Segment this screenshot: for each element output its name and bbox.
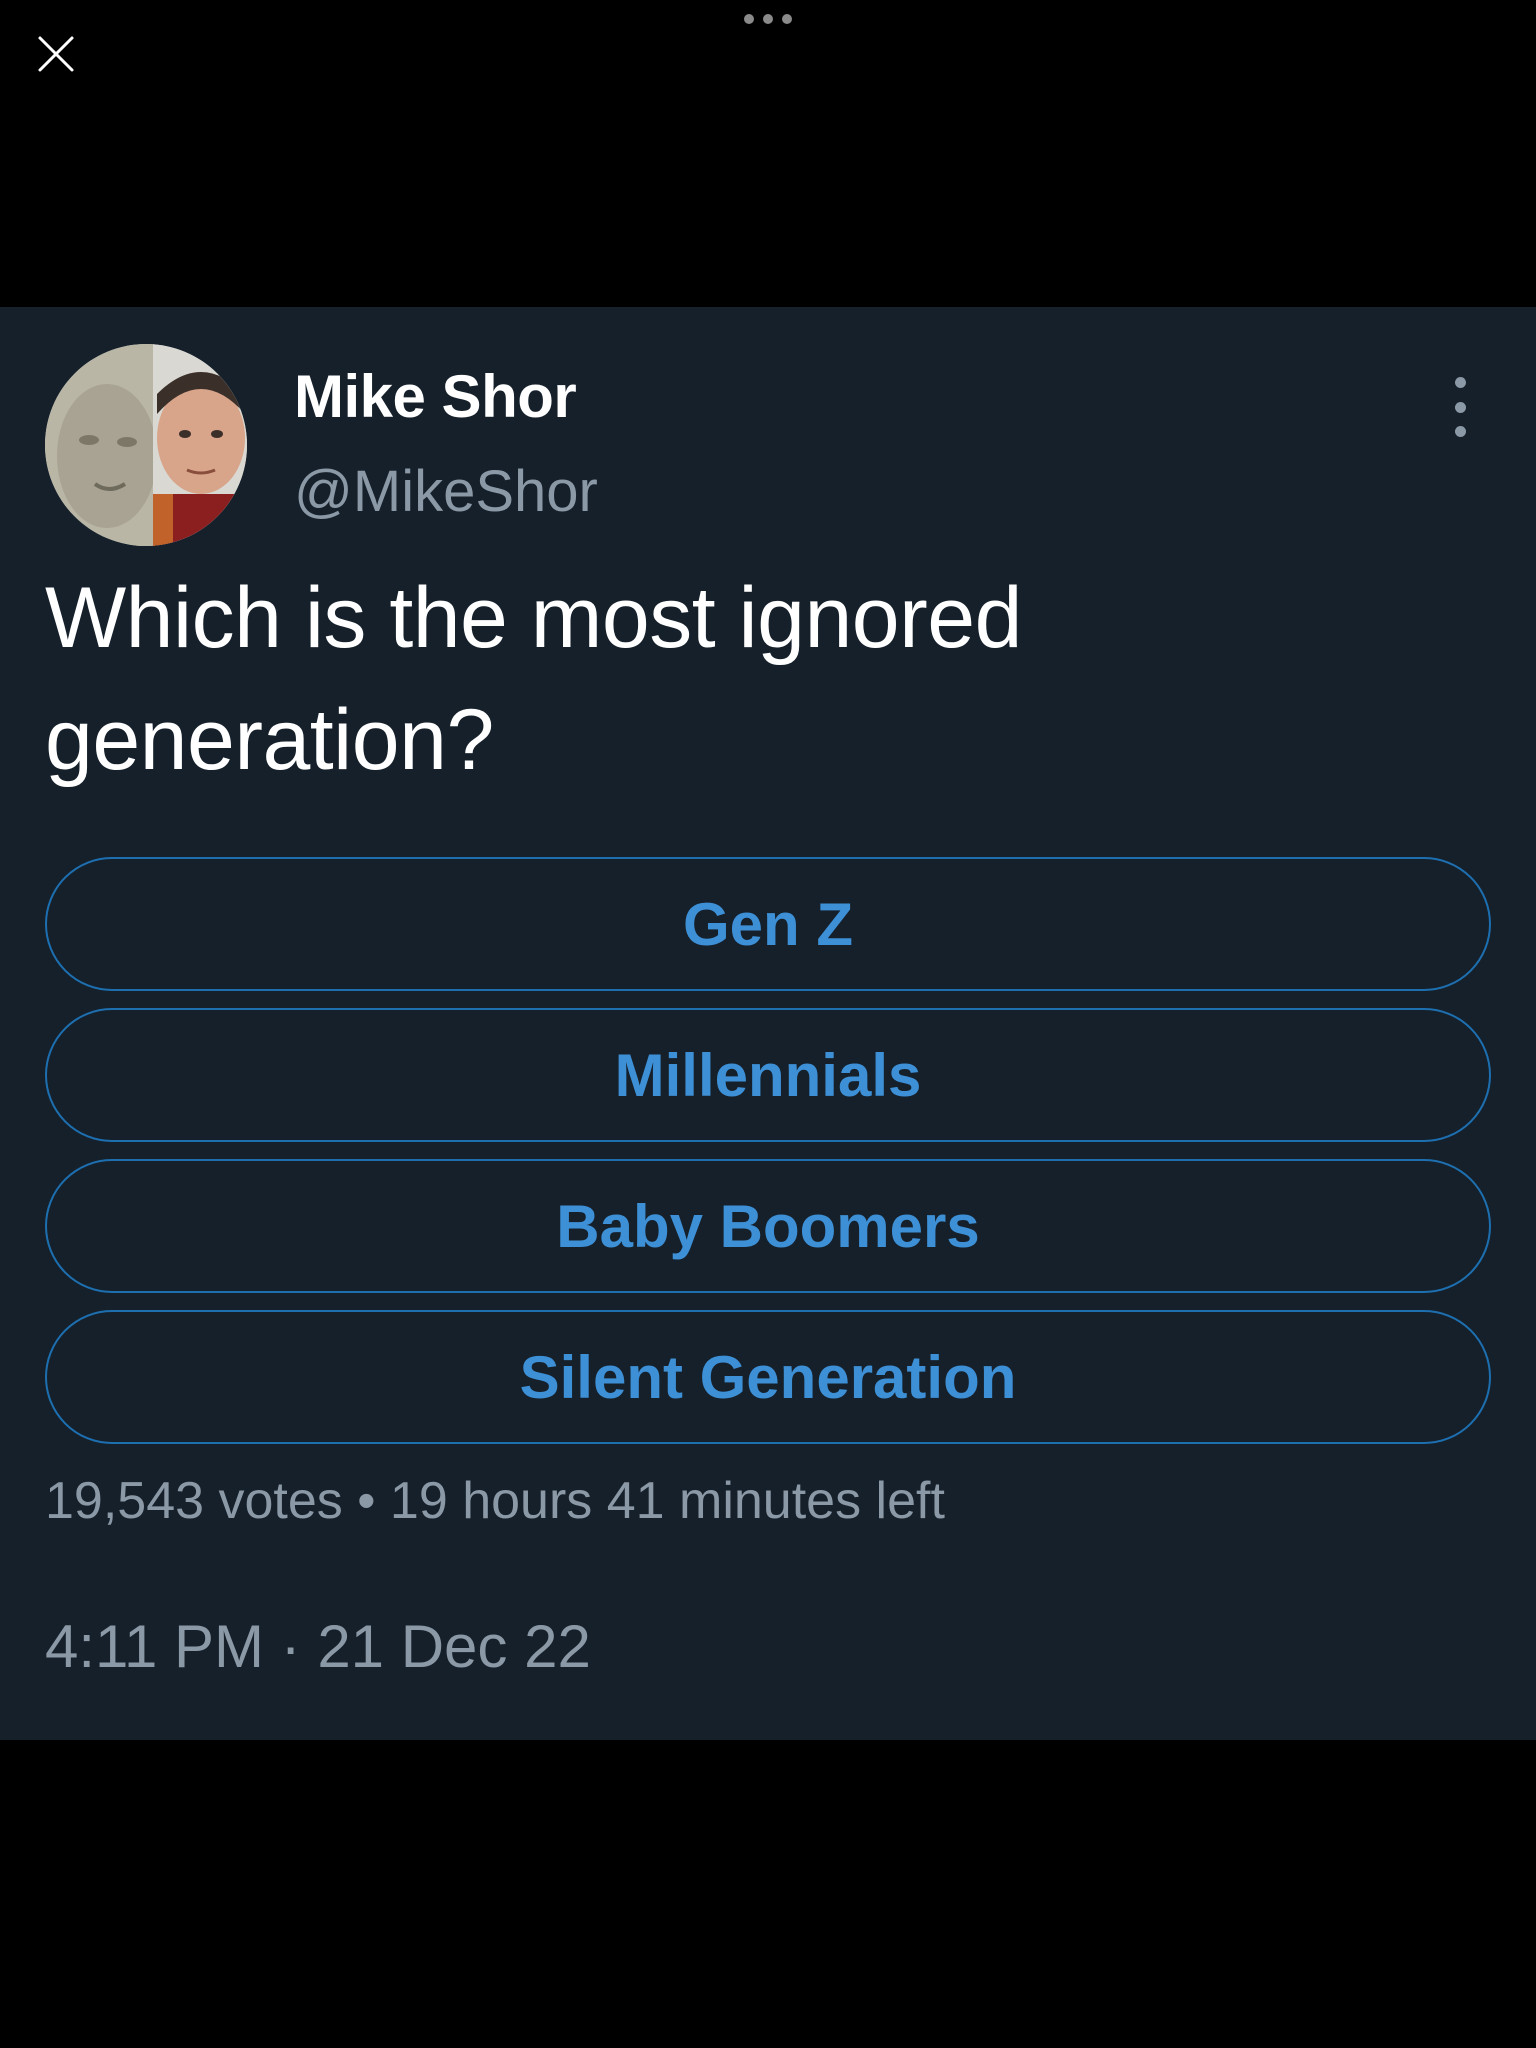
dot xyxy=(744,14,754,24)
more-horizontal-icon[interactable] xyxy=(744,12,792,26)
poll-option-baby-boomers[interactable]: Baby Boomers xyxy=(45,1159,1491,1293)
poll: Gen Z Millennials Baby Boomers Silent Ge… xyxy=(45,857,1491,1461)
poll-time-left: 19 hours 41 minutes left xyxy=(389,1472,945,1530)
author-display-name[interactable]: Mike Shor xyxy=(294,367,577,427)
dot xyxy=(1454,401,1466,413)
author-handle[interactable]: @MikeShor xyxy=(294,463,598,521)
more-vertical-icon[interactable] xyxy=(1440,377,1480,437)
poll-option-silent-generation[interactable]: Silent Generation xyxy=(45,1310,1491,1444)
avatar-image xyxy=(45,344,247,546)
poll-option-gen-z[interactable]: Gen Z xyxy=(45,857,1491,991)
dot xyxy=(1454,426,1466,437)
dot xyxy=(782,14,792,24)
poll-votes: 19,543 votes xyxy=(45,1472,343,1530)
poll-separator: • xyxy=(357,1472,376,1530)
poll-option-millennials[interactable]: Millennials xyxy=(45,1008,1491,1142)
close-icon xyxy=(38,36,74,72)
close-button[interactable] xyxy=(30,28,82,80)
screen: Mike Shor @MikeShor Which is the most ig… xyxy=(0,0,1536,2048)
dot xyxy=(763,14,773,24)
tweet-text: Which is the most ignored generation? xyxy=(45,570,1022,788)
poll-meta: 19,543 votes • 19 hours 41 minutes left xyxy=(45,1475,945,1527)
dot xyxy=(1454,377,1466,388)
tweet-card: Mike Shor @MikeShor Which is the most ig… xyxy=(0,307,1536,1740)
tweet-timestamp[interactable]: 4:11 PM · 21 Dec 22 xyxy=(45,1617,591,1677)
avatar[interactable] xyxy=(45,344,247,546)
